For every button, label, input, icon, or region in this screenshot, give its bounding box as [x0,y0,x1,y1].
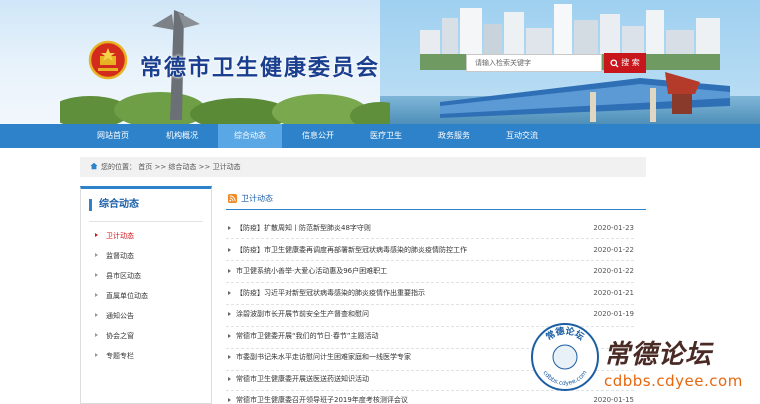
bullet-icon [228,354,231,359]
bullet-icon [228,376,231,381]
search-input[interactable]: 请输入检索关键字 [466,54,602,72]
news-row[interactable]: 市卫健系统小善举·大爱心活动惠及96户困难职工 2020-01-22 [226,263,646,279]
rss-icon [228,194,237,203]
sidebar-item-county-news[interactable]: 县市区动态 [95,271,141,281]
search-button[interactable]: 搜 索 [604,53,646,73]
news-row[interactable]: 【防疫】扩散周知丨防范新型肺炎48字守则 2020-01-23 [226,220,646,236]
arrow-right-icon [95,253,98,257]
search-button-label: 搜 索 [621,58,640,67]
sidebar-item-supervision[interactable]: 监督动态 [95,251,134,261]
sidebar-item-label: 监督动态 [106,252,134,260]
arrow-right-icon [95,233,98,237]
breadcrumb: 您的位置： 首页 >> 综合动态 >> 卫计动态 [80,157,646,177]
news-row[interactable]: 常德市卫生健康委召开领导班子2019年度考核测评会议 2020-01-15 [226,392,646,404]
news-row[interactable]: 涂碧波副市长开展节前安全生产督查和慰问 2020-01-19 [226,306,646,322]
sidebar-item-label: 县市区动态 [106,272,141,280]
news-title[interactable]: 常德市卫健委开展“我们的节日·春节”主题活动 [236,328,378,344]
news-row[interactable]: 【防疫】市卫生健康委再调度再部署新型冠状病毒感染的肺炎疫情防控工作 2020-01… [226,242,646,258]
sidebar: 综合动态 卫计动态 监督动态 县市区动态 直属单位动态 通知公告 协会之窗 专题… [80,186,212,404]
news-title[interactable]: 市委副书记朱水平走访慰问计生困难家庭和一线医学专家 [236,349,411,365]
news-panel-header: 卫计动态 [226,186,646,210]
sidebar-item-label: 协会之窗 [106,332,134,340]
news-date: 2020-01-22 [593,267,634,275]
news-title[interactable]: 【防疫】市卫生健康委再调度再部署新型冠状病毒感染的肺炎疫情防控工作 [236,242,467,258]
breadcrumb-text: 您的位置： 首页 >> 综合动态 >> 卫计动态 [101,163,241,171]
news-title[interactable]: 【防疫】习近平对新型冠状病毒感染的肺炎疫情作出重要指示 [236,285,425,301]
arrow-right-icon [95,313,98,317]
header-banner: 常德市卫生健康委员会 请输入检索关键字 搜 索 [0,0,760,124]
sidebar-item-notices[interactable]: 通知公告 [95,311,134,321]
news-title[interactable]: 常德市卫生健康委召开领导班子2019年度考核测评会议 [236,392,408,404]
nav-item-healthcare[interactable]: 医疗卫生 [352,124,420,148]
row-divider [226,238,634,239]
news-title[interactable]: 【防疫】扩散周知丨防范新型肺炎48字守则 [236,220,371,236]
nav-item-government-services[interactable]: 政务服务 [420,124,488,148]
bullet-icon [228,247,231,252]
sidebar-item-label: 卫计动态 [106,232,134,240]
arrow-right-icon [95,293,98,297]
banner-bridge-image [440,72,730,122]
nav-item-public-info[interactable]: 信息公开 [284,124,352,148]
bullet-icon [228,225,231,230]
news-title[interactable]: 常德市卫生健康委开展送医送药送知识活动 [236,371,369,387]
news-date: 2020-01-22 [593,246,634,254]
nav-item-news[interactable]: 综合动态 [218,124,282,148]
arrow-right-icon [95,273,98,277]
sidebar-item-label: 通知公告 [106,312,134,320]
nav-item-interaction[interactable]: 互动交流 [488,124,556,148]
bullet-icon [228,397,231,402]
bullet-icon [228,290,231,295]
nav-item-home[interactable]: 网站首页 [82,124,144,148]
main-nav: 网站首页 机构概况 综合动态 信息公开 医疗卫生 政务服务 互动交流 [0,124,760,148]
home-icon [90,162,98,170]
sidebar-item-affiliated-units[interactable]: 直属单位动态 [95,291,148,301]
row-divider [226,282,634,283]
sidebar-item-health-news[interactable]: 卫计动态 [95,231,134,241]
news-title[interactable]: 市卫健系统小善举·大爱心活动惠及96户困难职工 [236,263,387,279]
banner-trees-image [60,92,390,124]
row-divider [226,260,634,261]
search-icon [610,58,619,68]
news-date: 2020-01-15 [593,396,634,404]
news-date: 2020-01-21 [593,289,634,297]
national-emblem-icon [88,40,128,80]
arrow-right-icon [95,333,98,337]
watermark-logo: 常德论坛 cdbbs.cdyee.com [531,323,599,391]
nav-item-about[interactable]: 机构概况 [148,124,216,148]
sidebar-title: 综合动态 [89,199,139,211]
sidebar-item-special-topics[interactable]: 专题专栏 [95,351,134,361]
news-row[interactable]: 【防疫】习近平对新型冠状病毒感染的肺炎疫情作出重要指示 2020-01-21 [226,285,646,301]
watermark-brand: 常德论坛 [604,340,713,370]
sidebar-item-association[interactable]: 协会之窗 [95,331,134,341]
arrow-right-icon [95,353,98,357]
news-date: 2020-01-23 [593,224,634,232]
row-divider [226,304,634,305]
watermark-url: cdbbs.cdyee.com [604,372,743,390]
bullet-icon [228,311,231,316]
bullet-icon [228,268,231,273]
news-title[interactable]: 涂碧波副市长开展节前安全生产督查和慰问 [236,306,369,322]
news-date: 2020-01-19 [593,310,634,318]
sidebar-item-label: 直属单位动态 [106,292,148,300]
sidebar-divider [89,221,203,222]
bullet-icon [228,333,231,338]
news-panel-title: 卫计动态 [241,194,273,203]
sidebar-item-label: 专题专栏 [106,352,134,360]
site-title: 常德市卫生健康委员会 [140,55,381,81]
